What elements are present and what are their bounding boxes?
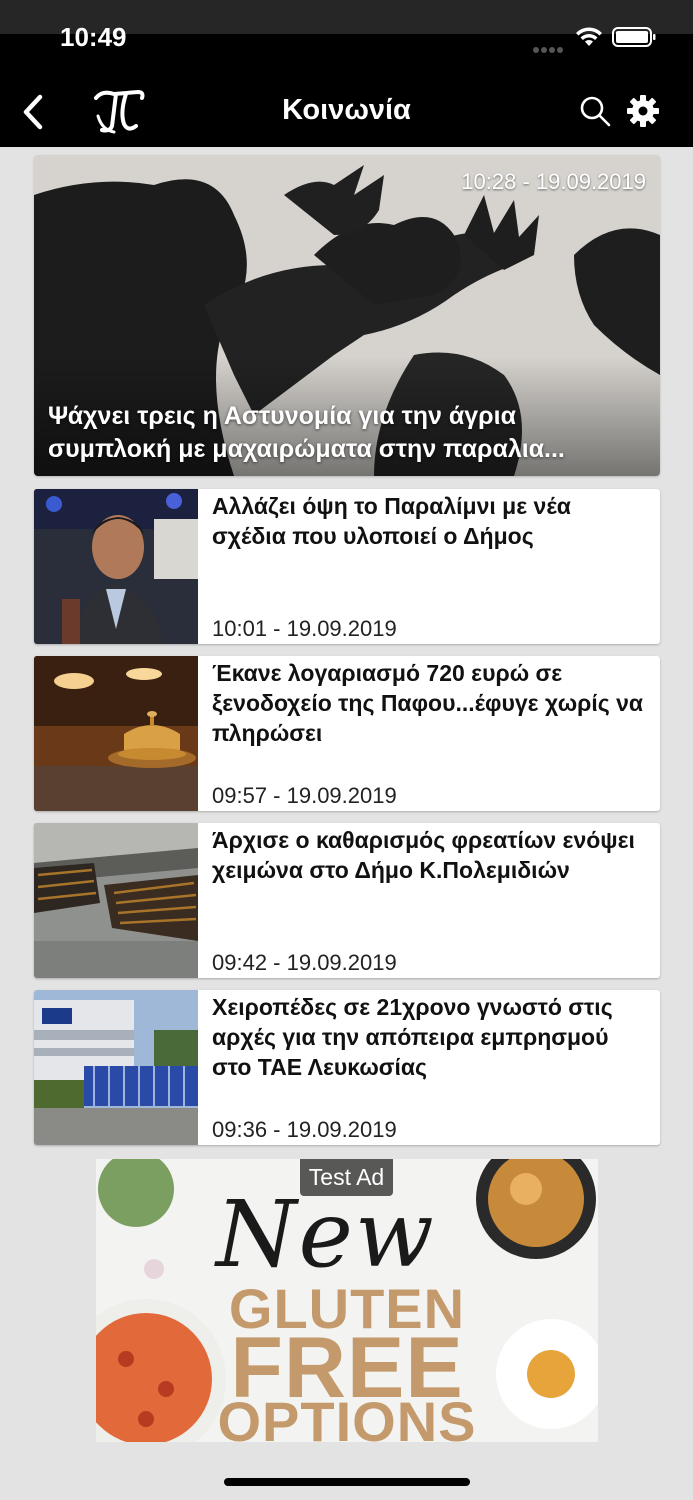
wifi-icon (576, 27, 602, 46)
article-thumbnail (34, 990, 198, 1145)
status-bar: 10:49 (0, 0, 693, 74)
gear-icon[interactable] (626, 94, 660, 128)
article-title: Άρχισε ο καθαρισμός φρεατίων ενόψει χειμ… (212, 827, 635, 883)
featured-article-headline: Ψάχνει τρεις η Αστυνομία για την άγρια σ… (48, 400, 646, 466)
search-icon[interactable] (578, 94, 612, 128)
article-thumbnail (34, 489, 198, 644)
ad-banner[interactable]: New GLUTEN FREE OPTIONS Test Ad (96, 1159, 598, 1442)
article-thumbnail (34, 656, 198, 811)
article-card[interactable]: Άρχισε ο καθαρισμός φρεατίων ενόψει χειμ… (34, 823, 660, 978)
ad-script-text: New (216, 1181, 436, 1288)
article-title: Αλλάζει όψη το Παραλίμνι με νέα σχέδια π… (212, 493, 571, 549)
article-title: Χειροπέδες σε 21χρονο γνωστό στις αρχές … (212, 994, 613, 1080)
article-timestamp: 09:57 - 19.09.2019 (212, 783, 397, 808)
featured-article-timestamp: 10:28 - 19.09.2019 (461, 169, 646, 194)
cellular-signal-icon (533, 40, 569, 53)
featured-article-headline-line1: Ψάχνει τρεις η Αστυνομία για την άγρια (48, 402, 516, 430)
battery-icon (612, 27, 656, 47)
article-title: Έκανε λογαριασμό 720 ευρώ σε ξενοδοχείο … (212, 660, 644, 746)
featured-article[interactable]: 10:28 - 19.09.2019 Ψάχνει τρεις η Αστυνο… (34, 155, 660, 476)
article-card[interactable]: Έκανε λογαριασμό 720 ευρώ σε ξενοδοχείο … (34, 656, 660, 811)
article-card[interactable]: Χειροπέδες σε 21χρονο γνωστό στις αρχές … (34, 990, 660, 1145)
article-card[interactable]: Αλλάζει όψη το Παραλίμνι με νέα σχέδια π… (34, 489, 660, 644)
home-indicator[interactable] (224, 1478, 470, 1486)
article-timestamp: 10:01 - 19.09.2019 (212, 616, 397, 641)
article-timestamp: 09:36 - 19.09.2019 (212, 1117, 397, 1142)
ad-headline-line3: OPTIONS (217, 1390, 477, 1442)
article-timestamp: 09:42 - 19.09.2019 (212, 950, 397, 975)
featured-article-headline-line2: συμπλοκή με μαχαιρώματα στην παραλια... (48, 435, 565, 463)
status-time: 10:49 (60, 22, 127, 52)
article-thumbnail (34, 823, 198, 978)
test-ad-badge: Test Ad (300, 1159, 393, 1196)
nav-bar: Κοινωνία (0, 74, 693, 147)
